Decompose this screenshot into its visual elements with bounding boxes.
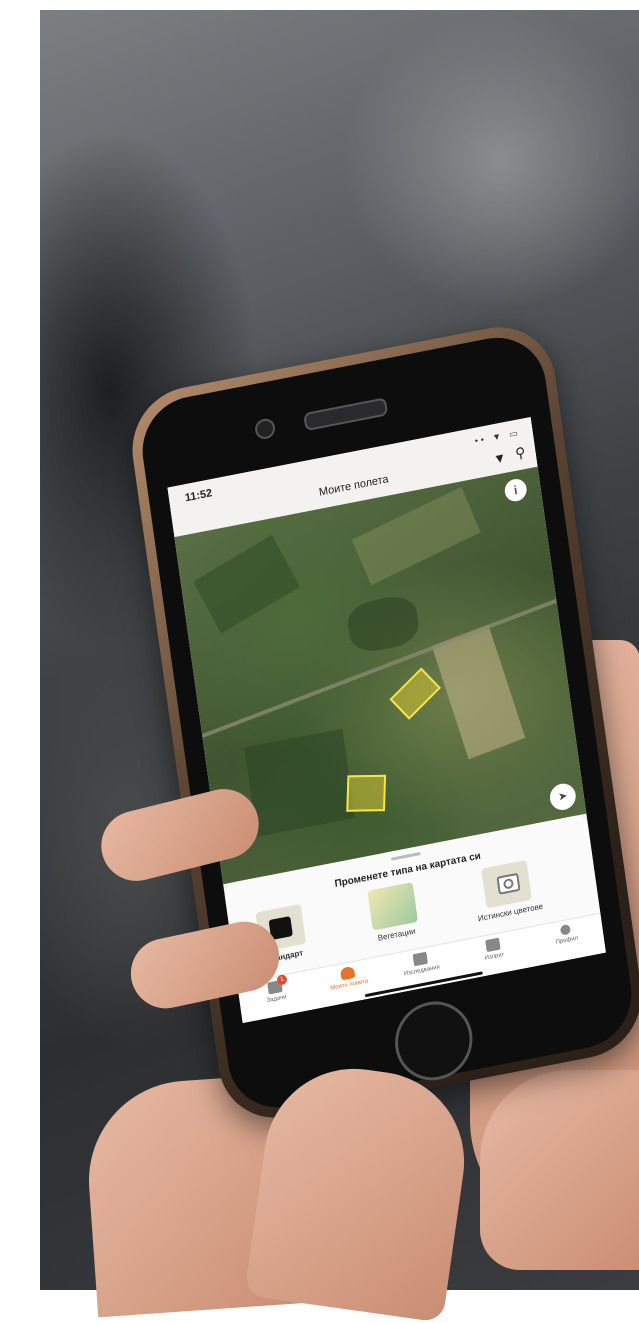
info-button[interactable]: i <box>503 477 529 504</box>
map-forest <box>244 728 356 837</box>
search-icon[interactable]: ⚲ <box>514 444 526 463</box>
fields-pin-icon <box>339 965 356 981</box>
chat-icon <box>485 937 501 953</box>
maptype-vegetation[interactable]: Вегетации <box>346 878 442 948</box>
tasks-badge: 1 <box>276 973 288 986</box>
maptype-true-color[interactable]: Истински цветове <box>460 856 556 926</box>
camera-icon <box>481 859 532 909</box>
locate-button[interactable]: ➤ <box>548 781 578 813</box>
scouting-icon <box>412 951 428 967</box>
field-plot[interactable] <box>346 774 387 812</box>
profile-icon <box>559 923 571 936</box>
map-field-light <box>351 486 481 586</box>
drag-handle[interactable] <box>390 852 421 861</box>
map-forest-patch <box>345 592 422 656</box>
vegetation-map-thumbnail <box>367 882 419 931</box>
map-field-dark <box>193 534 300 634</box>
field-plot[interactable] <box>389 667 441 720</box>
filter-icon[interactable]: ▼ <box>492 449 507 466</box>
tasks-icon: 1 <box>267 973 288 995</box>
smartphone: 11:52 •• ▼ ▭ Моите полета ▼ ⚲ i ➤ Промен… <box>124 317 639 1128</box>
